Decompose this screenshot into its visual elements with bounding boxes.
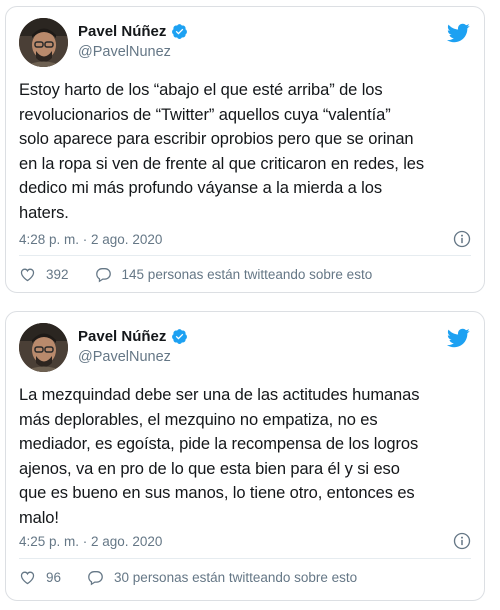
twitter-bird-icon[interactable]: [446, 326, 470, 350]
tweet-actions: 392 145 personas están twitteando sobre …: [19, 266, 372, 283]
like-count[interactable]: 96: [46, 570, 61, 585]
avatar[interactable]: [19, 18, 68, 67]
tweet-card[interactable]: Pavel Núñez @PavelNunez Estoy harto de l…: [5, 6, 485, 293]
author-handle[interactable]: @PavelNunez: [78, 44, 171, 60]
tweet-card[interactable]: Pavel Núñez @PavelNunez La mezquindad de…: [5, 311, 485, 601]
people-talking-link[interactable]: 30 personas están twitteando sobre esto: [114, 570, 357, 585]
tweet-actions: 96 30 personas están twitteando sobre es…: [19, 569, 357, 586]
tweet-text: Estoy harto de los “abajo el que esté ar…: [19, 81, 425, 222]
avatar[interactable]: [19, 323, 68, 372]
people-talking-link[interactable]: 145 personas están twitteando sobre esto: [122, 267, 373, 282]
tweet-text: La mezquindad debe ser una de las actitu…: [19, 386, 420, 527]
verified-badge-icon: [172, 24, 188, 39]
twitter-bird-icon[interactable]: [446, 21, 470, 45]
verified-badge-icon: [172, 329, 188, 344]
info-icon[interactable]: [453, 230, 471, 248]
tweet-timestamp[interactable]: 4:25 p. m. · 2 ago. 2020: [19, 534, 162, 549]
like-count[interactable]: 392: [46, 267, 69, 282]
info-icon[interactable]: [453, 532, 471, 550]
divider: [19, 255, 471, 256]
author-name[interactable]: Pavel Núñez: [78, 328, 188, 345]
author-name[interactable]: Pavel Núñez: [78, 23, 188, 40]
author-name-text[interactable]: Pavel Núñez: [78, 23, 166, 40]
reply-icon[interactable]: [95, 266, 112, 283]
author-name-text[interactable]: Pavel Núñez: [78, 328, 166, 345]
tweet-timestamp[interactable]: 4:28 p. m. · 2 ago. 2020: [19, 232, 162, 247]
author-handle[interactable]: @PavelNunez: [78, 349, 171, 365]
reply-icon[interactable]: [87, 569, 104, 586]
divider: [19, 558, 471, 559]
heart-icon[interactable]: [19, 266, 36, 283]
heart-icon[interactable]: [19, 569, 36, 586]
